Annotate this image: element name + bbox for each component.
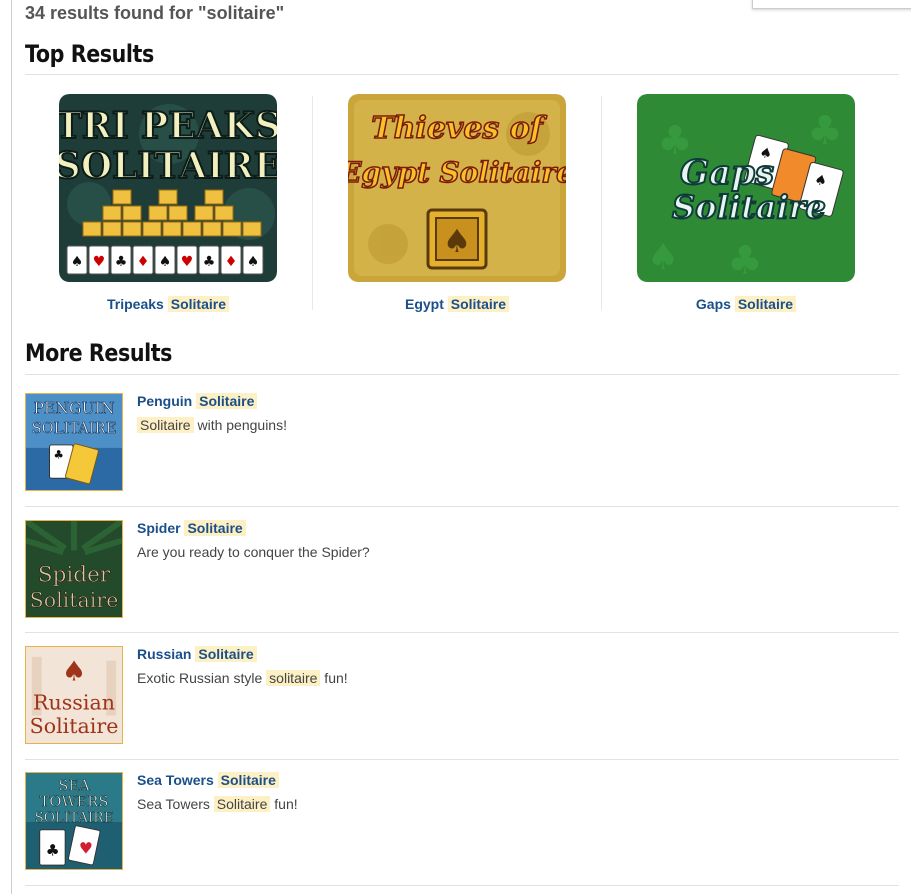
svg-text:♠: ♠ bbox=[247, 254, 260, 270]
egypt-thumb-line1: Thieves of bbox=[371, 111, 547, 146]
sea-towers-highlight: Solitaire bbox=[217, 772, 279, 788]
column-divider bbox=[601, 96, 602, 310]
results-count: 34 results found for "solitaire" bbox=[25, 3, 285, 23]
russian-desc-tail: fun! bbox=[320, 670, 348, 686]
gaps-name: Gaps bbox=[695, 296, 731, 312]
gaps-link[interactable]: Gaps Solitaire bbox=[636, 296, 856, 312]
penguin-description: Solitaire with penguins! bbox=[137, 417, 287, 433]
spider-name: Spider bbox=[137, 520, 181, 536]
svg-text:♥: ♥ bbox=[79, 838, 93, 857]
dropdown-panel-edge bbox=[752, 0, 911, 9]
list-item-penguin[interactable]: PENGUIN SOLITAIRE ♣ Penguin Solitaire So… bbox=[25, 393, 899, 493]
russian-thumbnail[interactable]: ♠ Russian Solitaire bbox=[25, 646, 123, 744]
russian-name: Russian bbox=[137, 646, 192, 662]
more-results-divider bbox=[25, 374, 899, 375]
spider-thumbnail[interactable]: Spider Solitaire bbox=[25, 520, 123, 618]
gaps-thumb-line2: Solitaire bbox=[672, 188, 826, 226]
top-results-heading: Top Results bbox=[25, 40, 154, 68]
russian-desc-text: Exotic Russian style bbox=[137, 670, 267, 686]
russian-highlight: Solitaire bbox=[195, 646, 257, 662]
penguin-desc-tail: with penguins! bbox=[193, 417, 287, 433]
svg-text:♥: ♥ bbox=[181, 254, 194, 270]
sea-towers-thumbnail[interactable]: SEA TOWERS SOLITAIRE ♣ ♥ bbox=[25, 772, 123, 870]
svg-text:♠: ♠ bbox=[71, 254, 84, 270]
penguin-name: Penguin bbox=[137, 393, 193, 409]
russian-desc-highlight: solitaire bbox=[266, 670, 321, 686]
penguin-thumb-line1: PENGUIN bbox=[33, 399, 115, 418]
svg-text:♣: ♣ bbox=[807, 108, 843, 154]
tripeaks-thumbnail[interactable]: TRI PEAKS SOLITAIRE ♠ ♥ ♣ ♦ ♠ ♥ ♣ ♦ ♠ bbox=[59, 94, 277, 282]
left-border bbox=[11, 0, 12, 894]
svg-text:♠: ♠ bbox=[647, 237, 679, 278]
list-item-russian[interactable]: ♠ Russian Solitaire Russian Solitaire Ex… bbox=[25, 646, 899, 746]
gaps-thumb-line1: Gaps bbox=[680, 153, 774, 193]
sea-towers-thumb-line2: TOWERS bbox=[40, 793, 109, 810]
sea-towers-desc-text: Sea Towers bbox=[137, 796, 214, 812]
spider-desc-text: Are you ready to conquer the Spider? bbox=[137, 544, 370, 560]
russian-thumb-line1: Russian bbox=[33, 691, 115, 715]
svg-text:♦: ♦ bbox=[137, 254, 150, 270]
egypt-thumb-line2: Egypt Solitaire bbox=[348, 156, 566, 189]
svg-text:♣: ♣ bbox=[727, 238, 763, 282]
list-item-sea-towers[interactable]: SEA TOWERS SOLITAIRE ♣ ♥ Sea Towers Soli… bbox=[25, 772, 899, 872]
russian-link[interactable]: Russian Solitaire bbox=[137, 646, 257, 662]
svg-text:♠: ♠ bbox=[62, 656, 87, 687]
egypt-name: Egypt bbox=[404, 296, 444, 312]
top-result-tripeaks[interactable]: TRI PEAKS SOLITAIRE ♠ ♥ ♣ ♦ ♠ ♥ ♣ ♦ ♠ Tripeaks S… bbox=[58, 94, 278, 312]
row-divider bbox=[25, 885, 899, 886]
spider-description: Are you ready to conquer the Spider? bbox=[137, 544, 370, 560]
tripeaks-name: Tripeaks bbox=[107, 296, 164, 312]
russian-description: Exotic Russian style solitaire fun! bbox=[137, 670, 348, 686]
gaps-thumbnail[interactable]: ♣ ♣♣♠ ♠ ♠ Gaps Solitaire bbox=[637, 94, 855, 282]
russian-thumb-line2: Solitaire bbox=[30, 714, 119, 738]
tripeaks-link[interactable]: Tripeaks Solitaire bbox=[58, 296, 278, 312]
svg-text:♠: ♠ bbox=[159, 254, 172, 270]
column-divider bbox=[312, 96, 313, 310]
svg-text:♥: ♥ bbox=[93, 254, 106, 270]
svg-text:♣: ♣ bbox=[53, 448, 64, 462]
egypt-thumbnail[interactable]: Thieves of Egypt Solitaire ♠ bbox=[348, 94, 566, 282]
tripeaks-thumb-line1: TRI PEAKS bbox=[59, 105, 277, 147]
svg-text:♣: ♣ bbox=[46, 840, 60, 859]
svg-text:♣: ♣ bbox=[115, 254, 128, 270]
sea-towers-description: Sea Towers Solitaire fun! bbox=[137, 796, 298, 812]
list-item-spider[interactable]: Spider Solitaire Spider Solitaire Are yo… bbox=[25, 520, 899, 620]
sea-towers-desc-highlight: Solitaire bbox=[213, 796, 271, 812]
gaps-highlight: Solitaire bbox=[734, 296, 797, 312]
egypt-highlight: Solitaire bbox=[447, 296, 510, 312]
svg-text:♣: ♣ bbox=[203, 254, 216, 270]
tripeaks-highlight: Solitaire bbox=[167, 296, 229, 312]
spider-link[interactable]: Spider Solitaire bbox=[137, 520, 246, 536]
top-results-divider bbox=[25, 74, 899, 75]
top-result-gaps[interactable]: ♣ ♣ ♣ ♠ ♠ ♠ Gaps Solitaire Gaps Solitaire bbox=[636, 94, 856, 312]
sea-towers-thumb-line1: SEA bbox=[58, 778, 90, 795]
sea-towers-link[interactable]: Sea Towers Solitaire bbox=[137, 772, 279, 788]
svg-text:♦: ♦ bbox=[225, 254, 238, 270]
spider-highlight: Solitaire bbox=[184, 520, 246, 536]
row-divider bbox=[25, 632, 899, 633]
spider-thumb-line1: Spider bbox=[38, 563, 111, 588]
penguin-thumbnail[interactable]: PENGUIN SOLITAIRE ♣ bbox=[25, 393, 123, 491]
egypt-link[interactable]: Egypt Solitaire bbox=[347, 296, 567, 312]
more-results-heading: More Results bbox=[25, 339, 173, 367]
top-result-egypt[interactable]: Thieves of Egypt Solitaire ♠ Egypt Solit… bbox=[347, 94, 567, 312]
row-divider bbox=[25, 759, 899, 760]
penguin-highlight: Solitaire bbox=[196, 393, 258, 409]
penguin-thumb-line2: SOLITAIRE bbox=[32, 420, 117, 437]
row-divider bbox=[25, 506, 899, 507]
tripeaks-thumb-line2: SOLITAIRE bbox=[59, 145, 277, 187]
sea-towers-name: Sea Towers bbox=[137, 772, 214, 788]
spider-thumb-line2: Solitaire bbox=[30, 588, 119, 612]
penguin-desc-highlight: Solitaire bbox=[137, 417, 194, 433]
sea-towers-thumb-line3: SOLITAIRE bbox=[34, 810, 113, 826]
penguin-link[interactable]: Penguin Solitaire bbox=[137, 393, 258, 409]
svg-text:♠: ♠ bbox=[443, 222, 472, 260]
sea-towers-desc-tail: fun! bbox=[270, 796, 298, 812]
